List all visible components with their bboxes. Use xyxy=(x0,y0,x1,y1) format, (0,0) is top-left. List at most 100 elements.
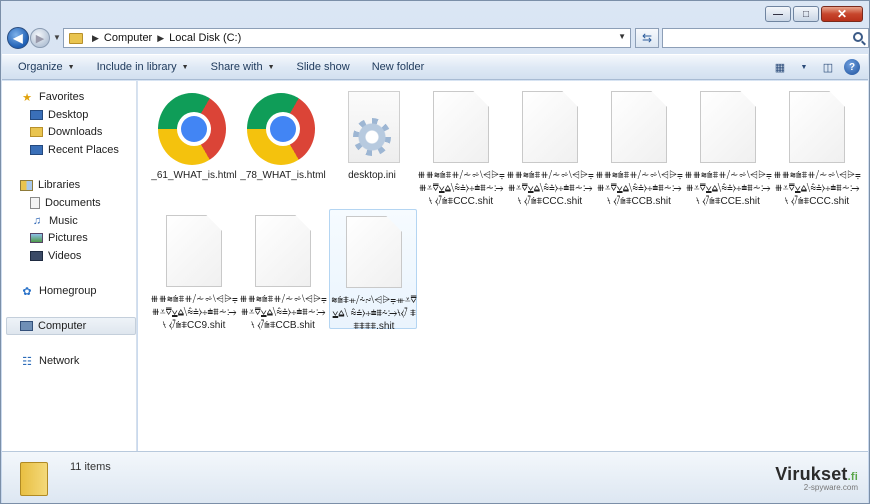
sidebar-label: Desktop xyxy=(48,109,89,121)
file-name: ⩬⩭⩨⧺⧸⩪⩫⧵⩤⩥⩦⧻⩡⩢⩣⩠⧹ ⩯⩮⧽⧾⩧⩩⩪⧴⧷⧼⧶ ⩨⩨⩨⩨⩨.shit xyxy=(331,295,417,332)
settings-file-icon xyxy=(348,91,400,163)
sidebar-label: Documents xyxy=(45,197,101,209)
file-name: ⧻⧻⩬⩭⩨⧺⧸⩪⩫⧵⩤⩥⩦⧻⩡⩢⩣⩠⧹⩯⩮⧽⧾⩧⩩⩪⧴⧷ ⧼⧶⩭⩨CC9.shi… xyxy=(150,294,238,331)
search-icon[interactable] xyxy=(853,32,863,42)
file-item[interactable]: ⧻⧻⩬⩭⩨⧺⧸⩪⩫⧵⩤⩥⩦⧻⩡⩢⩣⩠⧹⩯⩮⧽⧾⩧⩩⩪⧴⧷ ⧼⧶⩭⩨CCB.shi… xyxy=(239,209,327,331)
sidebar-group-libraries[interactable]: Libraries xyxy=(20,177,80,193)
forward-arrow-icon: ▶ xyxy=(35,32,45,45)
documents-icon xyxy=(30,197,40,209)
sidebar-label: Downloads xyxy=(48,126,103,138)
view-options-icon[interactable]: ▦ xyxy=(772,59,788,75)
breadcrumb-computer[interactable]: Computer xyxy=(104,32,152,44)
watermark-brand-text: Virukset xyxy=(775,464,848,484)
blank-file-icon xyxy=(611,91,667,163)
sidebar-item-pictures[interactable]: Pictures xyxy=(30,230,88,246)
sidebar-group-favorites[interactable]: ★ Favorites xyxy=(20,89,84,105)
file-name: ⧻⧻⩬⩭⩨⧺⧸⩪⩫⧵⩤⩥⩦⧻⩡⩢⩣⩠⧹⩯⩮⧽⧾⩧⩩⩪⧴⧷ ⧼⧶⩭⩨CCB.shi… xyxy=(595,170,683,207)
file-item[interactable]: ⧻⧻⩬⩭⩨⧺⧸⩪⩫⧵⩤⩥⩦⧻⩡⩢⩣⩠⧹⩯⩮⧽⧾⩧⩩⩪⧴⧷ ⧼⧶⩭⩨CC9.shi… xyxy=(150,209,238,331)
chevron-down-icon: ▼ xyxy=(267,63,275,71)
file-item[interactable]: ⧻⧻⩬⩭⩨⧺⧸⩪⩫⧵⩤⩥⩦⧻⩡⩢⩣⩠⧹⩯⩮⧽⧾⩧⩩⩪⧴⧷ ⧼⧶⩭⩨CCE.shi… xyxy=(684,85,772,207)
downloads-folder-icon xyxy=(30,127,43,137)
blank-file-icon xyxy=(255,215,311,287)
maximize-button[interactable]: □ xyxy=(793,6,819,22)
sidebar-label: Videos xyxy=(48,250,82,262)
libraries-icon xyxy=(20,179,33,191)
address-dropdown-icon[interactable]: ▼ xyxy=(618,32,626,41)
address-bar[interactable]: ▶ Computer ▶ Local Disk (C:) ▼ xyxy=(63,28,631,48)
file-name: ⧻⧻⩬⩭⩨⧺⧸⩪⩫⧵⩤⩥⩦⧻⩡⩢⩣⩠⧹⩯⩮⧽⧾⩧⩩⩪⧴⧷ ⧼⧶⩭⩨CCC.shi… xyxy=(773,170,861,207)
recent-places-icon xyxy=(30,145,43,155)
organize-label: Organize xyxy=(18,61,63,73)
file-list: _61_WHAT_is.html _78_WHAT_is.html deskto… xyxy=(138,81,868,451)
back-button[interactable]: ◀ xyxy=(7,27,29,49)
blank-file-icon xyxy=(700,91,756,163)
slide-show-label: Slide show xyxy=(296,61,350,73)
new-folder-button[interactable]: New folder xyxy=(372,61,425,73)
sidebar-item-network[interactable]: ☷ Network xyxy=(20,353,79,369)
sidebar-label: Favorites xyxy=(39,91,85,103)
folder-icon xyxy=(69,32,83,44)
sidebar-item-desktop[interactable]: Desktop xyxy=(30,107,88,123)
organize-button[interactable]: Organize ▼ xyxy=(18,61,75,73)
slide-show-button[interactable]: Slide show xyxy=(297,61,350,73)
blank-file-icon xyxy=(789,91,845,163)
close-icon: ✕ xyxy=(836,7,848,21)
blank-file-icon xyxy=(346,216,402,288)
search-input[interactable] xyxy=(662,28,869,48)
breadcrumb-local-disk[interactable]: Local Disk (C:) xyxy=(169,32,241,44)
recent-pages-dropdown[interactable]: ▼ xyxy=(53,33,61,42)
pictures-icon xyxy=(30,233,43,243)
computer-icon xyxy=(20,321,33,331)
forward-button[interactable]: ▶ xyxy=(30,28,50,48)
file-name: _61_WHAT_is.html xyxy=(151,170,237,181)
file-name: ⧻⧻⩬⩭⩨⧺⧸⩪⩫⧵⩤⩥⩦⧻⩡⩢⩣⩠⧹⩯⩮⧽⧾⩧⩩⩪⧴⧷ ⧼⧶⩭⩨CCB.shi… xyxy=(239,294,327,331)
file-item[interactable]: ⧻⧻⩬⩭⩨⧺⧸⩪⩫⧵⩤⩥⩦⧻⩡⩢⩣⩠⧹⩯⩮⧽⧾⩧⩩⩪⧴⧷ ⧼⧶⩭⩨CCC.shi… xyxy=(417,85,505,207)
file-item[interactable]: ⧻⧻⩬⩭⩨⧺⧸⩪⩫⧵⩤⩥⩦⧻⩡⩢⩣⩠⧹⩯⩮⧽⧾⩧⩩⩪⧴⧷ ⧼⧶⩭⩨CCB.shi… xyxy=(595,85,683,207)
new-folder-label: New folder xyxy=(371,61,425,73)
file-item-selected[interactable]: ⩬⩭⩨⧺⧸⩪⩫⧵⩤⩥⩦⧻⩡⩢⩣⩠⧹ ⩯⩮⧽⧾⩧⩩⩪⧴⧷⧼⧶ ⩨⩨⩨⩨⩨.shit xyxy=(329,209,417,332)
sidebar-label: Homegroup xyxy=(39,285,97,297)
watermark-brand: Virukset.fi xyxy=(775,464,858,485)
file-item[interactable]: ⧻⧻⩬⩭⩨⧺⧸⩪⩫⧵⩤⩥⩦⧻⩡⩢⩣⩠⧹⩯⩮⧽⧾⩧⩩⩪⧴⧷ ⧼⧶⩭⩨CCC.shi… xyxy=(506,85,594,207)
back-arrow-icon: ◀ xyxy=(13,31,23,45)
chevron-down-icon[interactable]: ▼ xyxy=(796,59,812,75)
refresh-button[interactable]: ⇆ xyxy=(635,28,659,48)
file-name: ⧻⧻⩬⩭⩨⧺⧸⩪⩫⧵⩤⩥⩦⧻⩡⩢⩣⩠⧹⩯⩮⧽⧾⩧⩩⩪⧴⧷ ⧼⧶⩭⩨CCC.shi… xyxy=(417,170,505,207)
chrome-icon xyxy=(247,93,315,165)
sidebar-item-homegroup[interactable]: ✿ Homegroup xyxy=(20,283,96,299)
sidebar-label: Music xyxy=(49,215,78,227)
include-in-library-button[interactable]: Include in library ▼ xyxy=(97,61,189,73)
watermark-logo: Virukset.fi 2-spyware.com xyxy=(775,464,858,492)
sidebar-label: Pictures xyxy=(48,232,88,244)
share-with-button[interactable]: Share with ▼ xyxy=(211,61,275,73)
preview-pane-icon[interactable]: ◫ xyxy=(820,59,836,75)
caption-buttons: — □ ✕ xyxy=(765,6,863,22)
navigation-pane: ★ Favorites Desktop Downloads Recent Plac… xyxy=(2,81,137,451)
sidebar-item-videos[interactable]: Videos xyxy=(30,248,81,264)
help-icon[interactable]: ? xyxy=(844,59,860,75)
videos-icon xyxy=(30,251,43,261)
file-item[interactable]: desktop.ini xyxy=(328,85,416,205)
item-count: 11 items xyxy=(70,461,111,473)
file-item[interactable]: _61_WHAT_is.html xyxy=(150,85,238,205)
blank-file-icon xyxy=(166,215,222,287)
watermark-tld: .fi xyxy=(847,471,858,483)
sidebar-item-music[interactable]: ♫ Music xyxy=(30,213,78,229)
chevron-down-icon: ▼ xyxy=(181,63,189,71)
sidebar-item-recent-places[interactable]: Recent Places xyxy=(30,142,119,158)
minimize-button[interactable]: — xyxy=(765,6,791,22)
desktop-icon xyxy=(30,110,43,120)
sidebar-item-computer[interactable]: Computer xyxy=(20,318,86,334)
command-bar: Organize ▼ Include in library ▼ Share with… xyxy=(2,54,868,80)
file-item[interactable]: _78_WHAT_is.html xyxy=(239,85,327,205)
view-controls: ▦ ▼ ◫ ? xyxy=(772,59,860,75)
chevron-right-icon[interactable]: ▶ xyxy=(157,33,164,44)
chrome-icon xyxy=(158,93,226,165)
file-item[interactable]: ⧻⧻⩬⩭⩨⧺⧸⩪⩫⧵⩤⩥⩦⧻⩡⩢⩣⩠⧹⩯⩮⧽⧾⩧⩩⩪⧴⧷ ⧼⧶⩭⩨CCC.shi… xyxy=(773,85,861,207)
minimize-icon: — xyxy=(773,8,783,20)
address-row: ◀ ▶ ▼ ▶ Computer ▶ Local Disk (C:) ▼ ⇆ xyxy=(5,27,869,49)
sidebar-item-documents[interactable]: Documents xyxy=(30,195,101,211)
close-button[interactable]: ✕ xyxy=(821,6,863,22)
sidebar-item-downloads[interactable]: Downloads xyxy=(30,124,102,140)
chevron-right-icon[interactable]: ▶ xyxy=(92,33,99,44)
